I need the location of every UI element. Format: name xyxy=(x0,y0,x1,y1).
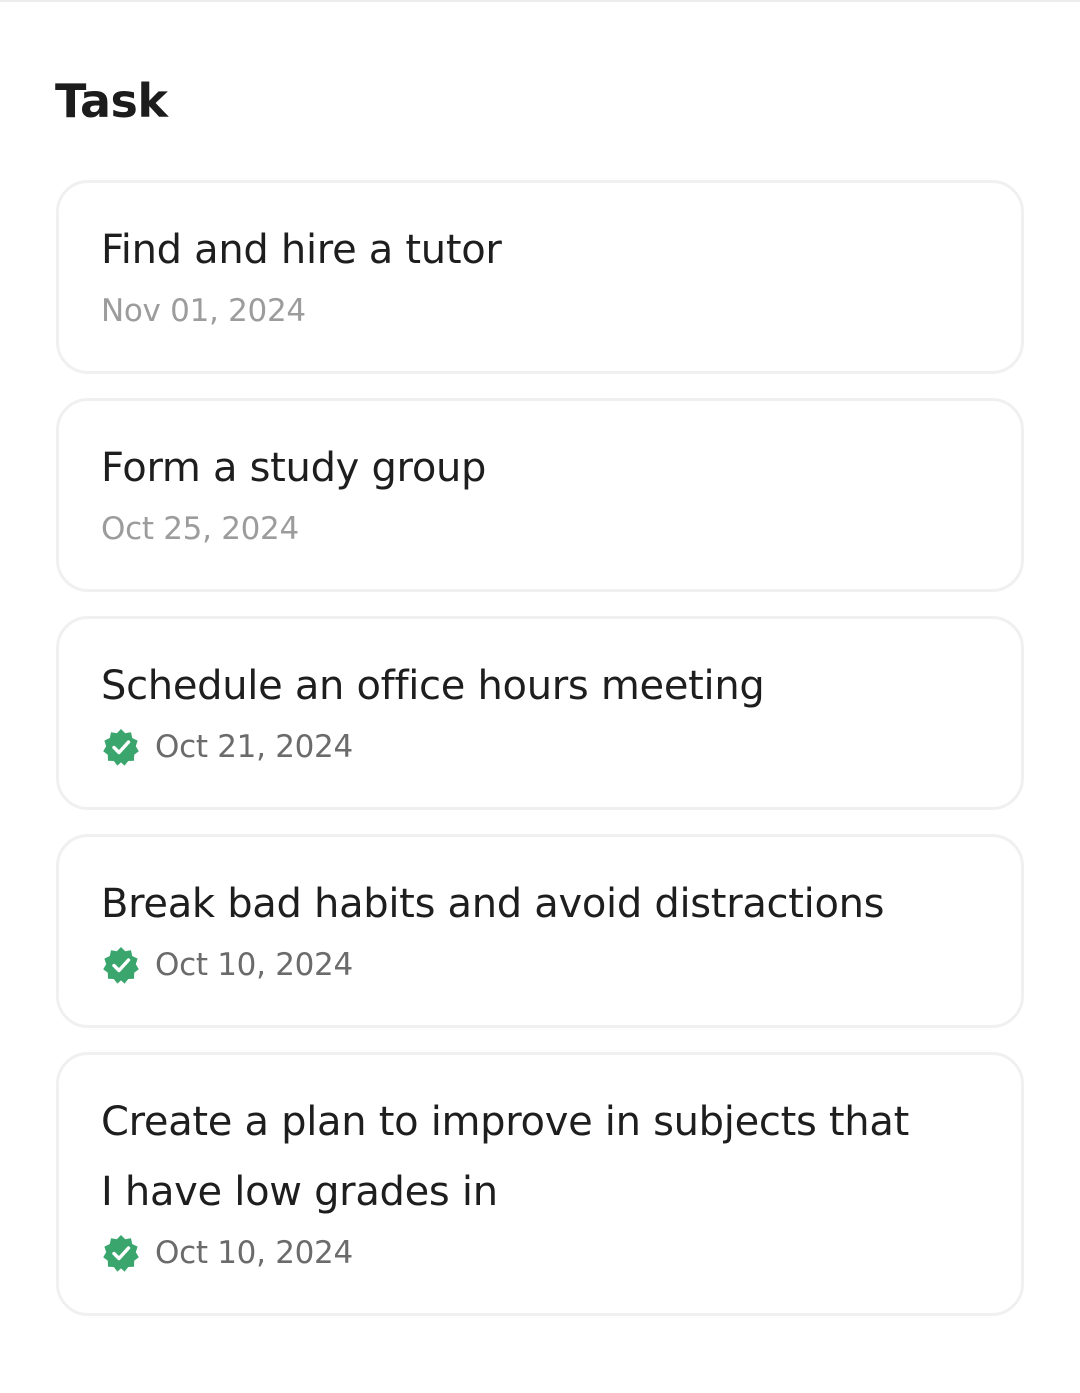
task-list: Find and hire a tutor Nov 01, 2024 Form … xyxy=(56,180,1024,1340)
task-meta: Oct 10, 2024 xyxy=(101,943,979,987)
task-title: Create a plan to improve in subjects tha… xyxy=(101,1099,909,1215)
verified-check-icon xyxy=(101,727,141,767)
task-date: Oct 10, 2024 xyxy=(155,947,353,983)
verified-check-icon xyxy=(101,945,141,985)
verified-check-icon xyxy=(101,1233,141,1273)
task-date: Oct 25, 2024 xyxy=(101,511,299,547)
task-title: Break bad habits and avoid distractions xyxy=(101,881,885,927)
task-title: Form a study group xyxy=(101,445,487,491)
task-card[interactable]: Break bad habits and avoid distractions … xyxy=(56,834,1024,1028)
task-card[interactable]: Find and hire a tutor Nov 01, 2024 xyxy=(56,180,1024,374)
task-meta: Oct 25, 2024 xyxy=(101,507,979,551)
task-meta: Oct 21, 2024 xyxy=(101,725,979,769)
task-date: Nov 01, 2024 xyxy=(101,293,306,329)
task-card[interactable]: Form a study group Oct 25, 2024 xyxy=(56,398,1024,592)
task-title: Find and hire a tutor xyxy=(101,227,502,273)
task-card[interactable]: Create a plan to improve in subjects tha… xyxy=(56,1052,1024,1316)
task-card[interactable]: Schedule an office hours meeting Oct 21,… xyxy=(56,616,1024,810)
task-page: Task Find and hire a tutor Nov 01, 2024 … xyxy=(0,0,1080,1393)
task-meta: Nov 01, 2024 xyxy=(101,289,979,333)
task-date: Oct 10, 2024 xyxy=(155,1235,353,1271)
task-date: Oct 21, 2024 xyxy=(155,729,353,765)
task-title: Schedule an office hours meeting xyxy=(101,663,765,709)
section-title: Task xyxy=(55,74,168,128)
task-meta: Oct 10, 2024 xyxy=(101,1231,979,1275)
